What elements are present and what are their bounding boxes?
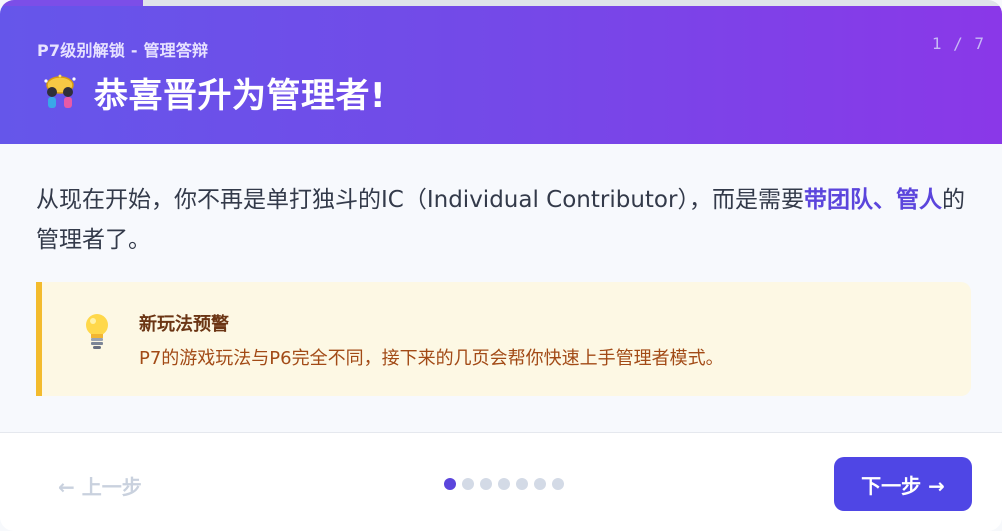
celebrate-icon [44,74,76,108]
tip-callout: 新玩法预警 P7的游戏玩法与P6完全不同，接下来的几页会帮你快速上手管理者模式。 [36,282,971,396]
modal-header: P7级别解锁 - 管理答辩 1 / 7 恭喜晋升为管理者! [0,6,1002,144]
step-counter: 1 / 7 [931,34,985,53]
header-title-row: 恭喜晋升为管理者! [40,68,386,117]
next-step-button[interactable]: 下一步 → [834,457,972,511]
intro-highlight: 带团队、管人 [803,187,942,213]
intro-text-before: 从现在开始，你不再是单打独斗的IC（Individual Contributor… [36,187,804,213]
page-dot [444,478,456,490]
lightbulb-icon [86,314,108,349]
onboarding-modal: P7级别解锁 - 管理答辩 1 / 7 恭喜晋升为管理者! 从现在开始，你不再是… [0,0,1002,531]
page-dot [498,478,510,490]
page-dot [480,478,492,490]
prev-step-button[interactable]: ← 上一步 [58,471,142,500]
header-subtitle: P7级别解锁 - 管理答辩 [37,41,209,60]
modal-body: 从现在开始，你不再是单打独斗的IC（Individual Contributor… [0,144,1002,432]
tip-text: P7的游戏玩法与P6完全不同，接下来的几页会帮你快速上手管理者模式。 [139,348,724,369]
page-dot [516,478,528,490]
page-indicator [444,478,564,490]
page-dot [552,478,564,490]
intro-paragraph: 从现在开始，你不再是单打独斗的IC（Individual Contributor… [36,180,971,260]
modal-footer: ← 上一步 下一步 → [0,433,1002,531]
page-dot [534,478,546,490]
page-title: 恭喜晋升为管理者! [94,76,387,116]
page-dot [462,478,474,490]
tip-title: 新玩法预警 [139,314,229,335]
